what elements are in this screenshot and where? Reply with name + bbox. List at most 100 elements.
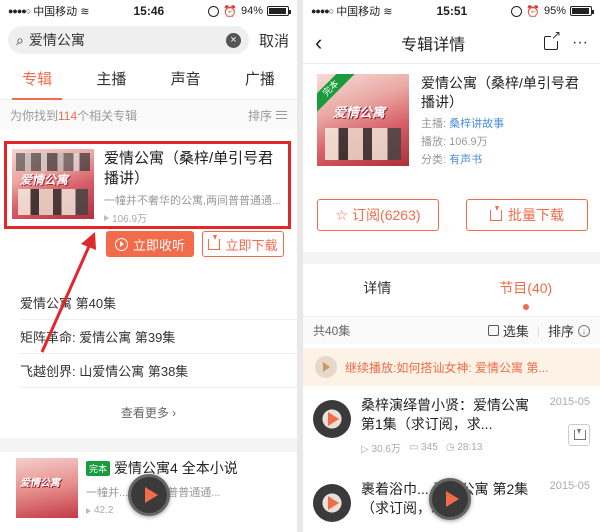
- share-icon[interactable]: [544, 28, 561, 50]
- view-more-link[interactable]: 查看更多 ›: [0, 404, 297, 421]
- category-link[interactable]: 有声书: [449, 154, 482, 166]
- wifi-icon: ≋: [80, 5, 90, 18]
- album-description: 一幢并不奢华的公寓,两间普普通通...: [104, 195, 282, 207]
- album-result-highlighted[interactable]: 爱情公寓 爱情公寓（桑梓/单引号君播讲） 一幢并不奢华的公寓,两间普普通通...…: [4, 141, 291, 229]
- play-count: 42.2: [86, 505, 297, 516]
- nav-bar: ‹ 专辑详情 ···: [303, 22, 600, 64]
- download-now-button[interactable]: 立即下载: [202, 231, 284, 257]
- list-item[interactable]: 矩阵革命: 爱情公寓 第39集: [20, 320, 297, 354]
- download-now-label: 立即下载: [225, 237, 278, 253]
- play-circle-icon: [114, 237, 128, 251]
- back-button[interactable]: ‹: [315, 31, 322, 54]
- sort-button[interactable]: 排序: [248, 107, 287, 124]
- list-item[interactable]: 爱情公寓 第40集: [20, 286, 297, 320]
- listen-now-button[interactable]: 立即收听: [106, 231, 194, 257]
- category-label: 分类:: [421, 154, 447, 166]
- track-play-icon[interactable]: [313, 484, 351, 522]
- section-divider: [303, 252, 600, 264]
- result-tabs: 专辑 主播 声音 广播: [0, 62, 297, 100]
- track-plays-value: 30.6万: [371, 444, 401, 455]
- album-title[interactable]: 爱情公寓（桑梓/单引号君播讲）: [104, 149, 283, 189]
- page-title: 专辑详情: [401, 36, 466, 54]
- more-icon[interactable]: ···: [572, 34, 588, 52]
- tab-programs[interactable]: 节目(40): [452, 270, 600, 310]
- battery-percent: 94%: [240, 5, 263, 17]
- track-title: 桑梓演绎曾小贤：爱情公寓 第1集（求订阅，求...: [361, 397, 529, 432]
- album-cover[interactable]: 爱情公寓: [16, 458, 78, 518]
- list-item[interactable]: 桑梓演绎曾小贤：爱情公寓 第1集（求订阅，求... ▷ 30.6万 ▭ 345 …: [303, 396, 600, 455]
- chevron-right-icon: ›: [172, 406, 177, 420]
- battery-level: [269, 8, 286, 14]
- signal-icon: ●●●●○: [8, 6, 31, 16]
- clear-icon[interactable]: ×: [225, 32, 241, 48]
- batch-download-button[interactable]: 批量下载: [466, 199, 588, 231]
- play-count-value: 106.9万: [112, 214, 148, 225]
- listen-now-label: 立即收听: [132, 237, 185, 253]
- result-count: 114: [58, 108, 78, 123]
- episode-toolbar: 共40集 选集 | 排序 ↓: [303, 316, 600, 344]
- detail-tabs: 详情 节目(40): [303, 270, 600, 310]
- result-suffix: 个相关专辑: [77, 108, 138, 123]
- status-time: 15:46: [133, 4, 165, 18]
- continue-play-bar[interactable]: 继续播放:如何搭讪女神: 爱情公寓 第...: [303, 348, 600, 386]
- tab-albums[interactable]: 专辑: [0, 62, 74, 100]
- alarm-icon: ⏰: [526, 5, 540, 18]
- album-cover[interactable]: 爱情公寓: [12, 149, 94, 219]
- star-icon: ☆: [335, 206, 349, 223]
- tab-sounds[interactable]: 声音: [149, 62, 223, 99]
- arrow-head: [81, 232, 96, 250]
- episode-list: 爱情公寓 第40集 矩阵革命: 爱情公寓 第39集 飞越创界: 山爱情公寓 第3…: [20, 286, 297, 388]
- lock-rotation-icon: [208, 5, 220, 17]
- subscribe-label: 订阅(6263): [352, 207, 421, 223]
- plays-value: 106.9万: [449, 136, 488, 148]
- result-prefix: 为你找到: [10, 108, 59, 123]
- play-icon: [315, 356, 337, 378]
- divider: |: [536, 323, 540, 338]
- cancel-button[interactable]: 取消: [255, 30, 289, 51]
- cover-logo-text: 爱情公寓: [20, 173, 69, 187]
- menu-icon: [276, 111, 287, 119]
- download-icon: [208, 234, 221, 250]
- play-count-value: 42.2: [94, 505, 114, 516]
- album-cover: 完本 爱情公寓: [317, 74, 409, 166]
- section-divider: [0, 438, 297, 452]
- list-item[interactable]: 飞越创界: 山爱情公寓 第38集: [20, 354, 297, 388]
- album-title[interactable]: 爱情公寓4 全本小说: [114, 458, 238, 478]
- host-link[interactable]: 桑梓讲故事: [449, 118, 504, 130]
- view-more-label: 查看更多: [120, 406, 169, 420]
- subscribe-button[interactable]: ☆ 订阅(6263): [317, 199, 439, 231]
- album-info: 完本爱情公寓4 全本小说 一幢并...:家,两间普普通通... 42.2: [86, 458, 297, 518]
- track-play-icon[interactable]: [313, 400, 351, 438]
- sort-label: 排序: [547, 324, 574, 339]
- status-time: 15:51: [436, 4, 468, 18]
- track-meta: ▷ 30.6万 ▭ 345 ◷ 28:13: [361, 440, 536, 455]
- floating-play-button[interactable]: [429, 478, 471, 520]
- search-input[interactable]: ⌕ 爱情公寓 ×: [8, 26, 249, 54]
- download-icon[interactable]: [568, 424, 590, 446]
- tab-radio[interactable]: 广播: [223, 62, 297, 99]
- finished-badge: 完本: [86, 460, 111, 476]
- album-info: 爱情公寓（桑梓/单引号君播讲） 一幢并不奢华的公寓,两间普普通通... 106.…: [104, 149, 283, 225]
- tab-hosts[interactable]: 主播: [74, 62, 148, 99]
- plays-row: 播放: 106.9万: [421, 136, 590, 148]
- track-duration: ◷ 28:13: [445, 442, 483, 453]
- floating-play-button[interactable]: [128, 474, 170, 516]
- album-title: 爱情公寓（桑梓/单引号君播讲）: [421, 75, 579, 110]
- battery-icon: [570, 6, 594, 16]
- album-description: 一幢并...:家,两间普普通通...: [86, 484, 297, 500]
- sort-down-icon: ↓: [578, 324, 590, 337]
- right-screen: ●●●●○中国移动≋ 15:51 ⏰95% ‹ 专辑详情 ··· 完本爱情公寓 …: [303, 0, 600, 532]
- select-episodes-button[interactable]: 选集: [487, 321, 529, 340]
- track-date: 2015-05: [549, 480, 590, 492]
- tab-details[interactable]: 详情: [303, 270, 452, 310]
- track-side: 2015-05: [546, 480, 590, 522]
- sort-button[interactable]: 排序 ↓: [548, 321, 590, 340]
- search-query: 爱情公寓: [28, 32, 85, 48]
- plays-label: 播放:: [421, 136, 447, 148]
- album-action-row: ☆ 订阅(6263) 批量下载: [317, 199, 588, 231]
- alarm-icon: ⏰: [223, 5, 237, 18]
- cover-logo-text: 爱情公寓: [20, 478, 60, 489]
- lock-rotation-icon: [511, 5, 523, 17]
- status-bar: ●●●●○ 中国移动 ≋ 15:46 ⏰ 94%: [0, 0, 297, 22]
- status-bar: ●●●●○ 中国移动 ≋ 15:51 ⏰ 95%: [303, 0, 600, 22]
